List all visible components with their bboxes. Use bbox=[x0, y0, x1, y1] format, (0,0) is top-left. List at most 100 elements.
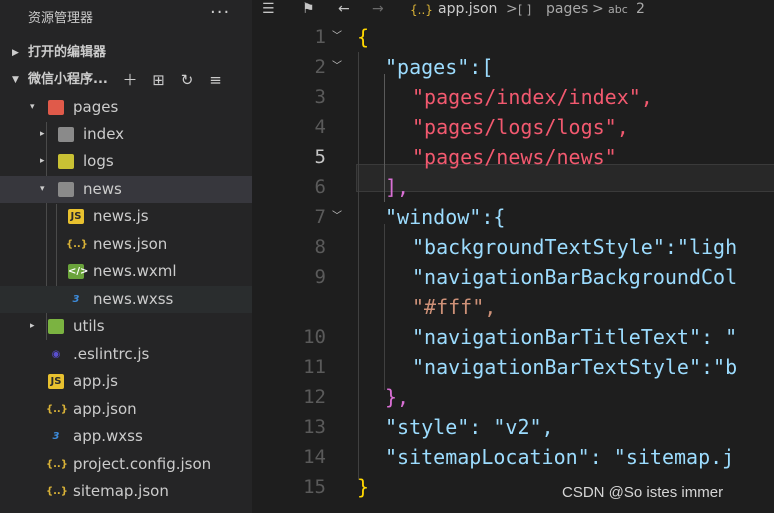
code-editor[interactable]: ☰ ⚑ ← → {..} app.json > [ ] pages > abc … bbox=[252, 0, 774, 513]
code-line[interactable]: "sitemapLocation": "sitemap.j bbox=[385, 442, 734, 472]
code-line[interactable]: ], bbox=[385, 172, 409, 202]
breadcrumb-separator: > bbox=[592, 1, 604, 17]
tree-item-app-json[interactable]: {..} app.json bbox=[0, 396, 252, 423]
new-folder-icon[interactable]: ⊞ bbox=[147, 67, 171, 93]
tree-item-index[interactable]: ▸ index bbox=[0, 121, 252, 148]
code-area[interactable]: 1 2 3 4 5 6 7 8 9 10 11 12 13 14 15 ﹀ ﹀ … bbox=[252, 22, 774, 513]
new-file-icon[interactable]: ＋ bbox=[118, 67, 142, 93]
tree-item-news-js[interactable]: JS news.js bbox=[0, 203, 252, 230]
eslint-icon: ◉ bbox=[51, 349, 61, 360]
code-line[interactable]: "#fff", bbox=[412, 292, 496, 322]
code-line[interactable]: } bbox=[357, 472, 369, 502]
tree-item-label: news.wxss bbox=[93, 290, 174, 308]
code-line[interactable]: "pages/news/news" bbox=[412, 142, 617, 172]
back-arrow-icon[interactable]: ← bbox=[338, 0, 350, 18]
code-text: } bbox=[357, 475, 370, 499]
code-line[interactable]: "backgroundTextStyle":"ligh bbox=[412, 232, 737, 262]
project-section[interactable]: ▼ 微信小程序... ＋ ⊞ ↻ ≡ bbox=[0, 67, 252, 93]
tree-item-logs[interactable]: ▸ logs bbox=[0, 148, 252, 175]
json-file-icon: {..} bbox=[46, 404, 68, 415]
code-line[interactable]: "style": "v2", bbox=[385, 412, 554, 442]
chevron-down-icon: ▾ bbox=[30, 102, 35, 112]
json-file-icon: {..} bbox=[66, 239, 88, 250]
bookmark-icon[interactable]: ⚑ bbox=[302, 0, 315, 18]
code-text: "sitemapLocation": "sitemap.j bbox=[385, 445, 735, 469]
code-line[interactable]: }, bbox=[385, 382, 409, 412]
folder-icon bbox=[58, 127, 74, 142]
tree-item-label: pages bbox=[73, 98, 119, 116]
css-file-icon: 3 bbox=[72, 294, 80, 305]
folder-icon bbox=[48, 319, 64, 334]
wxml-file-icon: </> bbox=[68, 264, 89, 279]
json-file-icon: {..} bbox=[410, 3, 433, 17]
line-number: 8 bbox=[314, 236, 326, 258]
tree-item-label: sitemap.json bbox=[73, 482, 169, 500]
line-number: 4 bbox=[314, 116, 326, 138]
code-line[interactable]: "navigationBarBackgroundCol bbox=[412, 262, 737, 292]
tree-item-label: news.js bbox=[93, 207, 149, 225]
line-number: 14 bbox=[303, 446, 326, 468]
fold-chevron-icon[interactable]: ﹀ bbox=[332, 22, 342, 52]
line-number: 15 bbox=[303, 476, 326, 498]
refresh-icon[interactable]: ↻ bbox=[175, 67, 199, 93]
array-icon: [ ] bbox=[518, 3, 532, 17]
js-file-icon: JS bbox=[68, 209, 84, 224]
tree-item-label: index bbox=[83, 125, 125, 143]
list-icon[interactable]: ☰ bbox=[262, 0, 275, 18]
code-line[interactable]: "navigationBarTitleText": " bbox=[412, 322, 737, 352]
tree-item-sitemap[interactable]: {..} sitemap.json bbox=[0, 478, 252, 505]
code-text: "pages":[ bbox=[385, 55, 494, 79]
code-text: "pages/news/news" bbox=[412, 145, 617, 169]
tree-item-app-js[interactable]: JS app.js bbox=[0, 368, 252, 395]
code-text: }, bbox=[385, 385, 410, 409]
indent-guide bbox=[384, 224, 385, 390]
tree-item-news-wxml[interactable]: </> news.wxml bbox=[0, 258, 252, 285]
line-number: 6 bbox=[314, 176, 326, 198]
tree-item-label: news.wxml bbox=[93, 262, 177, 280]
indent-guide bbox=[358, 52, 359, 480]
tree-item-eslintrc[interactable]: ◉ .eslintrc.js bbox=[0, 341, 252, 368]
breadcrumb-index[interactable]: 2 bbox=[636, 0, 645, 18]
tree-item-utils[interactable]: ▸ utils bbox=[0, 313, 252, 340]
breadcrumb-file[interactable]: app.json bbox=[438, 0, 497, 18]
tree-item-pages[interactable]: ▾ pages bbox=[0, 94, 252, 121]
chevron-right-icon: ▸ bbox=[40, 129, 45, 139]
project-actions: ＋ ⊞ ↻ ≡ bbox=[118, 67, 228, 93]
code-line[interactable]: "pages/index/index", bbox=[412, 82, 653, 112]
chevron-right-icon: ▸ bbox=[40, 156, 45, 166]
tree-item-news[interactable]: ▾ news bbox=[0, 176, 252, 203]
tree-item-project-config[interactable]: {..} project.config.json bbox=[0, 451, 252, 478]
code-text: "pages/logs/logs", bbox=[412, 115, 629, 139]
css-file-icon: 3 bbox=[52, 431, 60, 442]
code-line[interactable]: "pages":[ bbox=[385, 52, 493, 82]
more-actions-icon[interactable]: ··· bbox=[210, 2, 230, 23]
explorer-sidebar: 资源管理器 ··· ▶ 打开的编辑器 ▼ 微信小程序... ＋ ⊞ ↻ ≡ ▾ … bbox=[0, 0, 252, 513]
project-label: 微信小程序... bbox=[28, 72, 108, 87]
tree-item-label: app.wxss bbox=[73, 427, 143, 445]
tree-item-label: project.config.json bbox=[73, 455, 212, 473]
tree-item-app-wxss[interactable]: 3 app.wxss bbox=[0, 423, 252, 450]
fold-chevron-icon[interactable]: ﹀ bbox=[332, 202, 342, 232]
code-line[interactable]: "window":{ bbox=[385, 202, 505, 232]
code-text: ], bbox=[385, 175, 410, 199]
forward-arrow-icon[interactable]: → bbox=[372, 0, 384, 18]
tree-item-label: utils bbox=[73, 317, 105, 335]
tree-item-label: news.json bbox=[93, 235, 168, 253]
line-number: 12 bbox=[303, 386, 326, 408]
folder-open-icon bbox=[58, 182, 74, 197]
code-line[interactable]: "pages/logs/logs", bbox=[412, 112, 629, 142]
line-number: 5 bbox=[314, 146, 326, 168]
code-line[interactable]: "navigationBarTextStyle":"b bbox=[412, 352, 737, 382]
code-line[interactable]: { bbox=[357, 22, 369, 52]
tree-item-news-wxss[interactable]: 3 news.wxss bbox=[0, 286, 252, 313]
tree-item-label: app.json bbox=[73, 400, 137, 418]
line-number: 2 bbox=[314, 56, 326, 78]
tree-item-label: news bbox=[83, 180, 122, 198]
collapse-all-icon[interactable]: ≡ bbox=[204, 67, 228, 93]
chevron-right-icon: ▶ bbox=[12, 48, 19, 58]
breadcrumb-node[interactable]: pages bbox=[546, 0, 588, 18]
watermark: CSDN @So istes immer bbox=[562, 484, 724, 501]
fold-chevron-icon[interactable]: ﹀ bbox=[332, 52, 342, 82]
tree-item-news-json[interactable]: {..} news.json bbox=[0, 231, 252, 258]
open-editors-section[interactable]: ▶ 打开的编辑器 bbox=[0, 40, 252, 66]
